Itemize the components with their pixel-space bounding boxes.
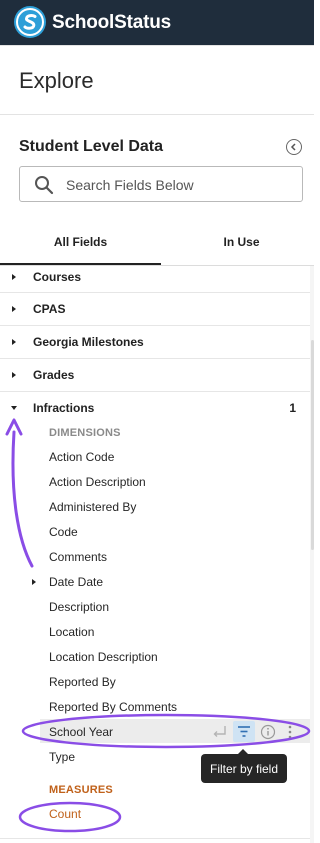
field-code[interactable]: Code <box>49 525 78 539</box>
field-school-year[interactable]: School Year <box>49 725 113 739</box>
field-description[interactable]: Description <box>49 600 109 614</box>
caret-right-icon <box>12 372 16 378</box>
title-divider <box>0 114 314 115</box>
group-label: Courses <box>33 270 82 284</box>
field-location[interactable]: Location <box>49 625 94 639</box>
group-label: CPAS <box>33 302 66 316</box>
header-divider <box>0 45 314 46</box>
caret-right-icon <box>12 274 16 280</box>
brand-name: SchoolStatus <box>52 12 172 33</box>
field-action-code[interactable]: Action Code <box>49 450 114 464</box>
dimensions-heading: DIMENSIONS <box>49 427 121 439</box>
group-label: Grades <box>33 368 75 382</box>
group-grades[interactable]: Grades <box>0 359 310 391</box>
row-divider <box>0 838 310 839</box>
pivot-icon[interactable] <box>212 725 228 739</box>
measure-count[interactable]: Count <box>49 807 81 821</box>
top-bar: SchoolStatus <box>0 0 314 45</box>
tab-in-use[interactable]: In Use <box>161 235 320 249</box>
field-reported-by[interactable]: Reported By <box>49 675 116 689</box>
caret-right-icon <box>12 306 16 312</box>
schoolstatus-logo-icon[interactable] <box>14 6 46 38</box>
annotation-arrow <box>11 430 34 568</box>
group-label: Georgia Milestones <box>33 335 144 349</box>
collapse-panel-button[interactable] <box>286 139 302 155</box>
field-comments[interactable]: Comments <box>49 550 107 564</box>
selected-count-badge: 1 <box>289 401 296 415</box>
field-action-description[interactable]: Action Description <box>49 475 146 489</box>
page-title: Explore <box>19 68 94 93</box>
group-infractions[interactable]: Infractions 1 <box>0 392 310 424</box>
group-label: Infractions <box>33 401 95 415</box>
filter-icon <box>238 726 250 737</box>
filter-by-field-button[interactable] <box>233 721 255 742</box>
caret-down-icon <box>11 406 17 410</box>
field-administered-by[interactable]: Administered By <box>49 500 136 514</box>
filter-tooltip: Filter by field <box>201 754 287 783</box>
tab-all-fields[interactable]: All Fields <box>0 235 161 249</box>
chevron-left-icon <box>290 143 296 151</box>
info-icon[interactable] <box>260 724 276 740</box>
model-name: Student Level Data <box>19 138 164 155</box>
search-icon <box>35 176 54 195</box>
group-courses[interactable]: Courses <box>0 260 310 292</box>
field-reported-by-comments[interactable]: Reported By Comments <box>49 700 177 714</box>
search-input[interactable] <box>64 174 298 196</box>
field-date-date[interactable]: Date Date <box>49 575 103 589</box>
search-box[interactable] <box>19 166 303 202</box>
measures-heading: MEASURES <box>49 784 113 796</box>
group-georgia-milestones[interactable]: Georgia Milestones <box>0 326 310 358</box>
scrollbar-thumb[interactable] <box>311 340 314 550</box>
group-cpas[interactable]: CPAS <box>0 293 310 325</box>
caret-right-icon <box>12 339 16 345</box>
more-options-icon[interactable] <box>287 724 293 740</box>
field-type[interactable]: Type <box>49 750 75 764</box>
caret-right-icon[interactable] <box>30 578 38 586</box>
field-location-description[interactable]: Location Description <box>49 650 158 664</box>
